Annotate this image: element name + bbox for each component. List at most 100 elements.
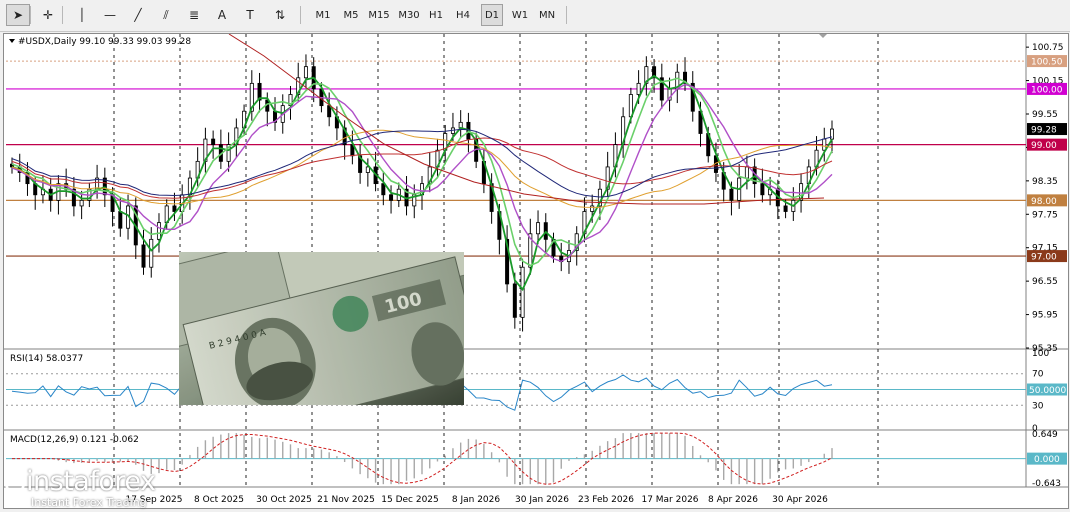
candlestick (675, 63, 680, 104)
candle-body (303, 66, 308, 79)
cursor-icon[interactable]: ➤ (6, 4, 30, 26)
macd-zero-label: 0.000 (1034, 455, 1060, 465)
price-label: 95.95 (1032, 311, 1058, 321)
date-label: 8 Jan 2026 (452, 495, 500, 505)
macd-scale-label: 0.649 (1032, 430, 1058, 440)
fibonacci-icon[interactable]: ≣ (182, 4, 206, 26)
rsi-scale-label: 100 (1032, 349, 1049, 359)
rsi-scale-label: 30 (1032, 401, 1044, 411)
candle-body (536, 222, 541, 235)
candle-body (520, 266, 525, 318)
arrows-icon[interactable]: ⇅ (268, 4, 292, 26)
candle-body (729, 188, 734, 201)
symbol-info: #USDX,Daily 99.10 99.33 99.03 99.28 (18, 37, 191, 47)
date-label: 15 Dec 2025 (381, 495, 439, 505)
candlestick (71, 176, 76, 217)
text-label-icon[interactable]: T (238, 4, 262, 26)
level-label: 98.00 (1031, 197, 1057, 207)
candlestick (559, 242, 564, 272)
candlestick (373, 151, 378, 192)
candlestick (621, 107, 626, 158)
level-label: 99.00 (1031, 141, 1057, 151)
candle-body (381, 183, 386, 196)
candlestick (389, 185, 394, 214)
candlestick (249, 70, 254, 121)
candlestick (118, 197, 123, 237)
instaforex-logo: instaforex Instant Forex Trading (4, 466, 182, 510)
timeframe-m5-button[interactable]: M5 (340, 4, 362, 26)
equidistant-channel-icon[interactable]: ⫽ (154, 4, 178, 26)
candlestick (56, 175, 61, 215)
candle-body (760, 183, 765, 196)
candlestick (520, 258, 525, 332)
candle-body (118, 211, 123, 229)
candle-body (149, 238, 154, 268)
date-label: 8 Apr 2026 (708, 495, 758, 505)
candle-body (211, 138, 216, 146)
candlestick (744, 155, 749, 190)
candlestick (327, 92, 332, 127)
candle-body (636, 82, 641, 95)
timeframe-mn-button[interactable]: MN (536, 4, 558, 26)
level-label: 100.00 (1031, 85, 1063, 95)
vertical-line-icon[interactable]: │ (70, 4, 94, 26)
candlestick (234, 118, 239, 158)
candle-body (783, 205, 788, 212)
level-label: 100.50 (1031, 58, 1063, 68)
candlestick (257, 72, 262, 113)
text-icon[interactable]: A (210, 4, 234, 26)
long-ma-line (228, 33, 825, 205)
timeframe-h1-button[interactable]: H1 (425, 4, 447, 26)
level-label: 97.00 (1031, 253, 1057, 263)
timeframe-w1-button[interactable]: W1 (509, 4, 531, 26)
candle-body (141, 244, 146, 268)
timeframe-d1-button[interactable]: D1 (481, 4, 503, 26)
candle-body (389, 194, 394, 201)
candlestick (458, 110, 463, 139)
candlestick (505, 225, 510, 293)
chart-window[interactable]: 17 Sep 2025 8 Oct 2025 30 Oct 2025 21 Nov 2… (3, 33, 1069, 509)
candlestick (690, 71, 695, 122)
date-label: 17 Mar 2026 (641, 495, 698, 505)
price-label: 100.75 (1032, 43, 1064, 53)
trendline-icon[interactable]: ╱ (126, 4, 150, 26)
candlestick (187, 170, 192, 210)
candlestick (667, 77, 672, 112)
rsi-title: RSI(14) 58.0377 (10, 354, 83, 364)
symbol-dropdown-icon (9, 39, 15, 43)
price-label: 98.35 (1032, 177, 1058, 187)
logo-text: instaforex (26, 466, 156, 497)
date-label: 30 Oct 2025 (256, 495, 312, 505)
candlestick (760, 168, 765, 203)
price-label: 97.75 (1032, 210, 1058, 220)
timeframe-m1-button[interactable]: M1 (312, 4, 334, 26)
candlestick (358, 144, 363, 184)
candle-body (156, 222, 161, 240)
chart-canvas[interactable]: 17 Sep 2025 8 Oct 2025 30 Oct 2025 21 Nov 2… (4, 33, 1068, 508)
toolbar-separator (300, 6, 301, 24)
horizontal-line-icon[interactable]: — (98, 4, 122, 26)
price-label: 99.55 (1032, 110, 1058, 120)
candlestick (172, 192, 177, 221)
crosshair-icon[interactable]: ✛ (36, 4, 60, 26)
rsi-level-label: 50.0000 (1029, 386, 1066, 396)
logo-subtitle: Instant Forex Trading (31, 496, 147, 509)
candlestick (659, 63, 664, 109)
toolbar-separator (566, 6, 567, 24)
date-label: 23 Feb 2026 (578, 495, 634, 505)
candlestick (203, 127, 208, 173)
timeframe-m15-button[interactable]: M15 (366, 4, 392, 26)
candlestick (64, 168, 69, 197)
toolbar: ➤ ✛ │ — ╱ ⫽ ≣ A T ⇅ M1 M5 M15 M30 H1 H4 D1 W1 MN (0, 0, 1070, 32)
candlestick (683, 57, 688, 91)
price-label: 96.55 (1032, 277, 1058, 287)
candle-body (590, 205, 595, 212)
timeframe-m30-button[interactable]: M30 (396, 4, 422, 26)
toolbar-separator (30, 6, 31, 24)
candle-body (512, 283, 517, 318)
candle-body (822, 138, 827, 151)
timeframe-h4-button[interactable]: H4 (452, 4, 474, 26)
banknote-image: 100 B 2 9 4 0 0 A (179, 252, 464, 405)
date-label: 8 Oct 2025 (194, 495, 244, 505)
date-label: 21 Nov 2025 (317, 495, 375, 505)
